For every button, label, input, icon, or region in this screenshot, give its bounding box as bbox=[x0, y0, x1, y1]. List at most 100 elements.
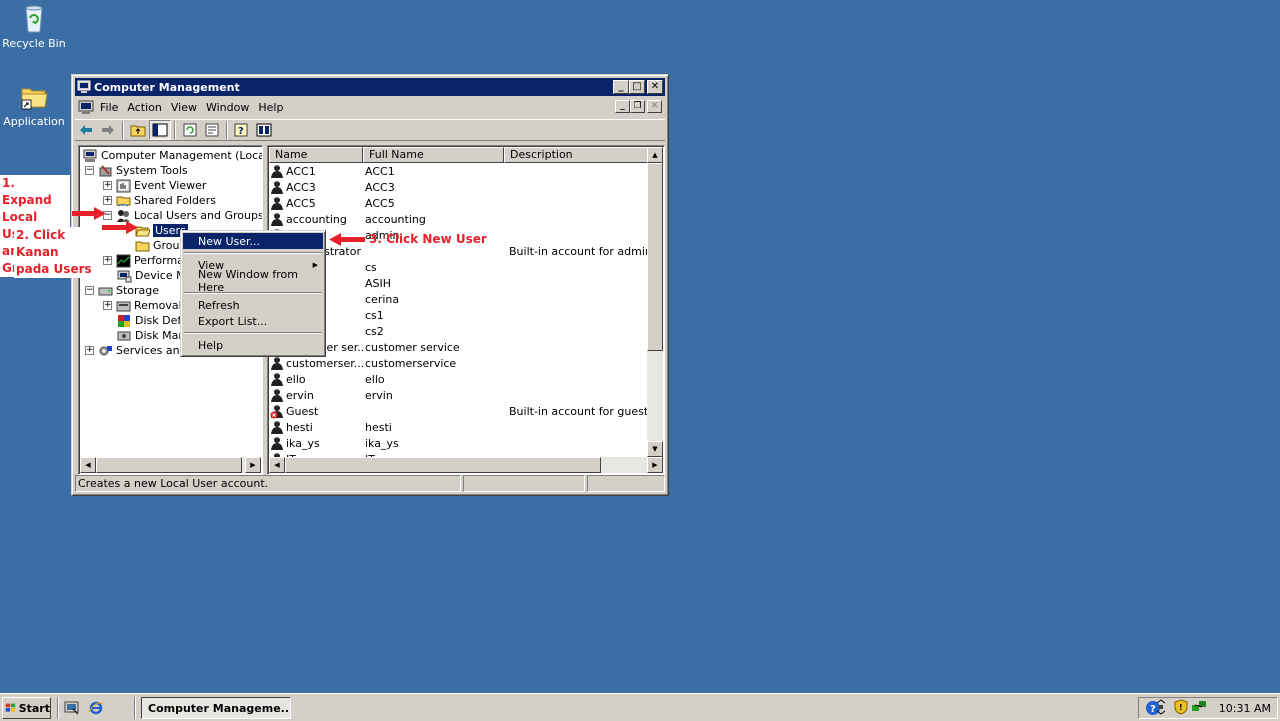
annotation-arrow-2-icon bbox=[102, 221, 138, 234]
desktop-icon-application[interactable]: Application bbox=[0, 80, 69, 128]
status-panel-3 bbox=[587, 475, 665, 492]
scroll-right-button[interactable]: ▶ bbox=[647, 457, 663, 473]
cell-name: ACC3 bbox=[270, 180, 364, 195]
menu-item-new-window[interactable]: New Window from Here bbox=[183, 273, 323, 289]
menu-item-refresh[interactable]: Refresh bbox=[183, 297, 323, 313]
menu-action[interactable]: Action bbox=[125, 101, 168, 114]
mdi-close-button[interactable]: ✕ bbox=[647, 100, 662, 113]
console-menu-icon[interactable] bbox=[78, 99, 94, 115]
window-titlebar[interactable]: Computer Management _ □ ✕ bbox=[75, 78, 665, 96]
taskbar-computer-management[interactable]: Computer Manageme... bbox=[141, 697, 291, 719]
expand-toggle[interactable]: + bbox=[103, 301, 112, 310]
table-row[interactable]: customerser...customerservice bbox=[270, 355, 655, 371]
network-icon[interactable] bbox=[1191, 699, 1207, 718]
quicklaunch-desktop-icon[interactable] bbox=[64, 700, 80, 719]
scroll-up-button[interactable]: ▲ bbox=[647, 147, 663, 163]
tree-shared-folders[interactable]: + Shared Folders bbox=[103, 193, 216, 208]
toolbar-separator bbox=[174, 121, 176, 139]
console-icon[interactable] bbox=[253, 120, 275, 140]
security-shield-icon[interactable]: ! bbox=[1174, 699, 1188, 718]
table-row[interactable]: hestihesti bbox=[270, 419, 655, 435]
cell-full-name: hesti bbox=[364, 421, 505, 434]
collapse-toggle[interactable]: − bbox=[85, 166, 94, 175]
tree-root[interactable]: Computer Management (Local) bbox=[83, 148, 263, 163]
table-row[interactable]: ACC1ACC1 bbox=[270, 163, 655, 179]
menu-item-help[interactable]: Help bbox=[183, 337, 323, 353]
expand-toggle[interactable]: + bbox=[103, 196, 112, 205]
tray-expand-icon[interactable] bbox=[1156, 699, 1166, 718]
up-folder-icon[interactable] bbox=[127, 120, 149, 140]
show-hide-tree-icon[interactable] bbox=[149, 120, 171, 140]
scroll-thumb[interactable] bbox=[647, 163, 663, 351]
expand-toggle[interactable]: + bbox=[103, 256, 112, 265]
table-row[interactable]: ervinervin bbox=[270, 387, 655, 403]
table-row[interactable]: ika_ysika_ys bbox=[270, 435, 655, 451]
cell-full-name: cerina bbox=[364, 293, 505, 306]
user-icon bbox=[270, 164, 285, 179]
table-row[interactable]: ACC3ACC3 bbox=[270, 179, 655, 195]
menu-separator bbox=[184, 332, 322, 334]
clock[interactable]: 10:31 AM bbox=[1219, 702, 1271, 715]
help-icon[interactable]: ? bbox=[231, 120, 253, 140]
table-row[interactable]: cs1cs1 bbox=[270, 307, 655, 323]
scroll-thumb[interactable] bbox=[285, 457, 601, 473]
table-row[interactable]: customer ser...customer service bbox=[270, 339, 655, 355]
expand-toggle[interactable]: + bbox=[103, 181, 112, 190]
internet-explorer-icon[interactable] bbox=[88, 700, 104, 719]
removable-storage-icon bbox=[116, 299, 131, 313]
menu-item-export-list[interactable]: Export List... bbox=[183, 313, 323, 329]
scroll-right-button[interactable]: ▶ bbox=[245, 457, 261, 473]
mdi-restore-button[interactable]: ❐ bbox=[630, 100, 645, 113]
scroll-down-button[interactable]: ▼ bbox=[647, 441, 663, 457]
cell-full-name: cs1 bbox=[364, 309, 505, 322]
export-list-icon[interactable] bbox=[201, 120, 223, 140]
back-arrow-icon[interactable] bbox=[75, 120, 97, 140]
scroll-thumb[interactable] bbox=[96, 457, 242, 473]
svg-text:!: ! bbox=[1179, 703, 1183, 712]
table-row[interactable]: cerinacerina bbox=[270, 291, 655, 307]
close-button[interactable]: ✕ bbox=[647, 80, 663, 94]
scroll-left-button[interactable]: ◀ bbox=[80, 457, 96, 473]
menu-file[interactable]: File bbox=[98, 101, 125, 114]
menu-window[interactable]: Window bbox=[204, 101, 256, 114]
table-row[interactable]: accountingaccounting bbox=[270, 211, 655, 227]
tree-horizontal-scrollbar[interactable]: ◀ ▶ bbox=[80, 457, 261, 473]
status-bar: Creates a new Local User account. bbox=[75, 475, 665, 492]
services-icon bbox=[98, 344, 113, 358]
annotation-arrow-3-icon bbox=[329, 233, 365, 246]
column-full-name[interactable]: Full Name bbox=[363, 147, 504, 163]
collapse-toggle[interactable]: − bbox=[85, 286, 94, 295]
column-description[interactable]: Description bbox=[504, 147, 651, 163]
cell-full-name: ASIH bbox=[364, 277, 505, 290]
column-name[interactable]: Name bbox=[269, 147, 363, 163]
disk-management-icon bbox=[117, 329, 132, 343]
tree-storage[interactable]: − Storage bbox=[85, 283, 159, 298]
folder-shortcut-icon bbox=[18, 80, 50, 112]
tree-event-viewer-label: Event Viewer bbox=[134, 179, 206, 192]
menu-item-new-user[interactable]: New User... bbox=[183, 233, 323, 249]
forward-arrow-icon[interactable] bbox=[97, 120, 119, 140]
minimize-button[interactable]: _ bbox=[613, 80, 629, 94]
cell-name: customerser... bbox=[270, 356, 364, 371]
mdi-minimize-button[interactable]: _ bbox=[615, 100, 630, 113]
desktop-icon-recycle-bin[interactable]: Recycle Bin bbox=[0, 2, 69, 50]
list-vertical-scrollbar[interactable]: ▲ ▼ bbox=[647, 147, 663, 457]
menu-help[interactable]: Help bbox=[256, 101, 290, 114]
table-row[interactable]: cs2cs2 bbox=[270, 323, 655, 339]
maximize-button[interactable]: □ bbox=[629, 80, 645, 94]
table-row[interactable]: elloello bbox=[270, 371, 655, 387]
system-tray: ! 10:31 AM bbox=[1138, 697, 1278, 719]
tree-event-viewer[interactable]: + Event Viewer bbox=[103, 178, 206, 193]
expand-toggle[interactable]: + bbox=[85, 346, 94, 355]
table-row[interactable]: GuestBuilt-in account for guest access bbox=[270, 403, 655, 419]
start-button[interactable]: Start bbox=[2, 697, 51, 719]
scroll-left-button[interactable]: ◀ bbox=[269, 457, 285, 473]
table-row[interactable]: ACC5ACC5 bbox=[270, 195, 655, 211]
list-horizontal-scrollbar[interactable]: ◀ ▶ bbox=[269, 457, 663, 473]
table-row[interactable]: ASIHASIH bbox=[270, 275, 655, 291]
table-row[interactable]: cscs bbox=[270, 259, 655, 275]
user-list[interactable]: Name Full Name Description ACC1ACC1ACC3A… bbox=[267, 145, 665, 475]
menu-view[interactable]: View bbox=[169, 101, 204, 114]
refresh-icon[interactable] bbox=[179, 120, 201, 140]
tree-system-tools[interactable]: − System Tools bbox=[85, 163, 188, 178]
